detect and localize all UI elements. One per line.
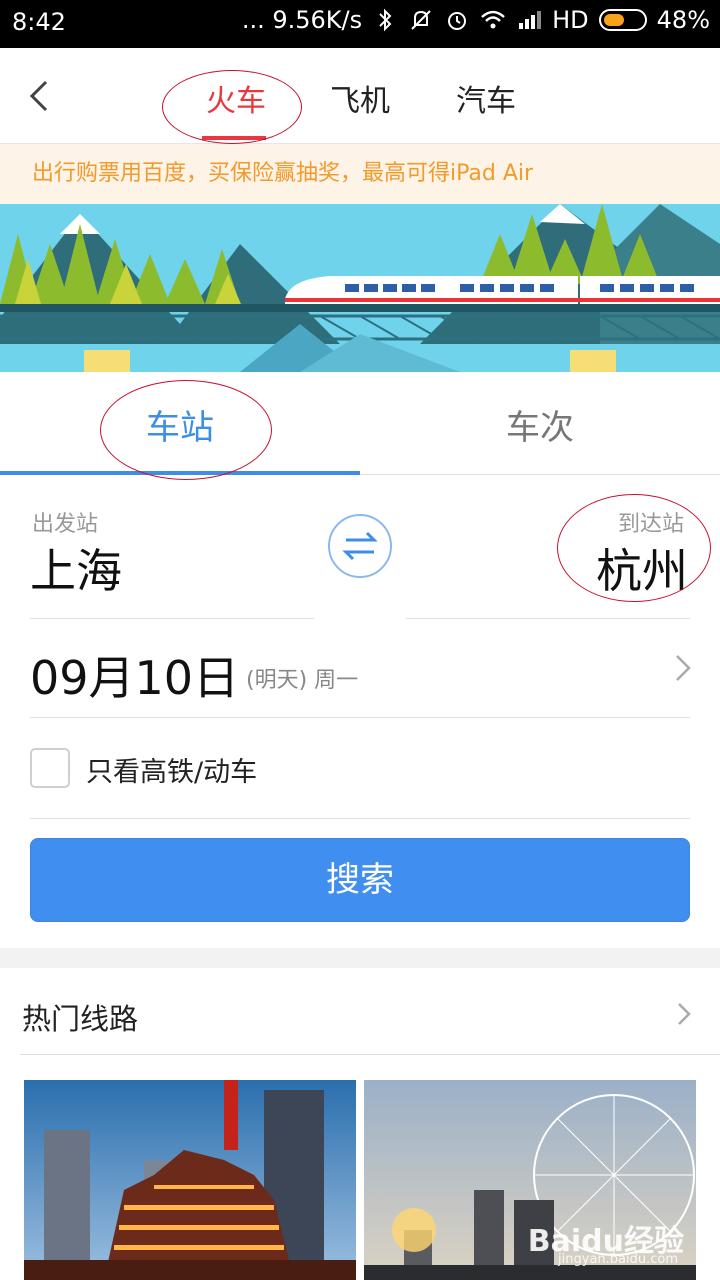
tab-flight[interactable]: 飞机 bbox=[330, 76, 390, 120]
swap-icon bbox=[342, 531, 378, 561]
hot-routes-title: 热门线路 bbox=[22, 1002, 139, 1036]
from-station-label: 出发站 bbox=[32, 512, 99, 537]
status-bar: 8:42 ... 9.56K/s HD 48% bbox=[0, 0, 720, 48]
annotation-oval bbox=[162, 70, 302, 144]
top-nav: 火车 飞机 汽车 bbox=[0, 48, 720, 144]
back-icon[interactable] bbox=[24, 76, 58, 116]
mute-icon bbox=[411, 10, 431, 30]
battery-percent: 48% bbox=[656, 6, 710, 34]
search-button[interactable]: 搜索 bbox=[30, 838, 690, 922]
chevron-right-icon[interactable] bbox=[672, 652, 694, 684]
wifi-icon bbox=[481, 10, 505, 29]
promo-banner[interactable]: 出行购票用百度，买保险赢抽奖，最高可得iPad Air bbox=[0, 144, 720, 204]
battery-icon bbox=[598, 9, 647, 31]
status-time: 8:42 bbox=[12, 8, 66, 36]
search-type-tabs: 车站 车次 bbox=[0, 372, 720, 480]
tab-train-number[interactable]: 车次 bbox=[506, 400, 574, 449]
high-speed-only-checkbox[interactable] bbox=[30, 748, 70, 788]
from-station-city[interactable]: 上海 bbox=[30, 535, 122, 601]
tab-bus[interactable]: 汽车 bbox=[456, 76, 516, 120]
divider bbox=[30, 618, 314, 619]
watermark-url: jingyan.baidu.com bbox=[558, 1252, 678, 1267]
departure-date-note: (明天) 周一 bbox=[246, 668, 359, 693]
network-type: HD bbox=[552, 6, 589, 34]
alarm-icon bbox=[448, 12, 467, 30]
hot-route-photo-chongqing[interactable] bbox=[24, 1080, 356, 1280]
divider bbox=[30, 818, 690, 819]
annotation-oval bbox=[100, 380, 272, 480]
swap-stations-button[interactable] bbox=[328, 514, 392, 578]
high-speed-only-label[interactable]: 只看高铁/动车 bbox=[86, 750, 257, 789]
signal-icon bbox=[519, 11, 542, 29]
divider bbox=[20, 1054, 720, 1055]
network-speed: ... 9.56K/s bbox=[241, 6, 363, 34]
annotation-oval bbox=[557, 494, 711, 602]
chevron-right-icon[interactable] bbox=[674, 1000, 694, 1028]
status-icons: ... 9.56K/s HD 48% bbox=[242, 6, 710, 34]
train-banner-illustration bbox=[0, 204, 720, 372]
bluetooth-icon bbox=[379, 8, 392, 32]
divider bbox=[30, 717, 690, 718]
divider bbox=[406, 618, 690, 619]
departure-date[interactable]: 09月10日 bbox=[30, 642, 239, 708]
section-separator bbox=[0, 948, 720, 968]
